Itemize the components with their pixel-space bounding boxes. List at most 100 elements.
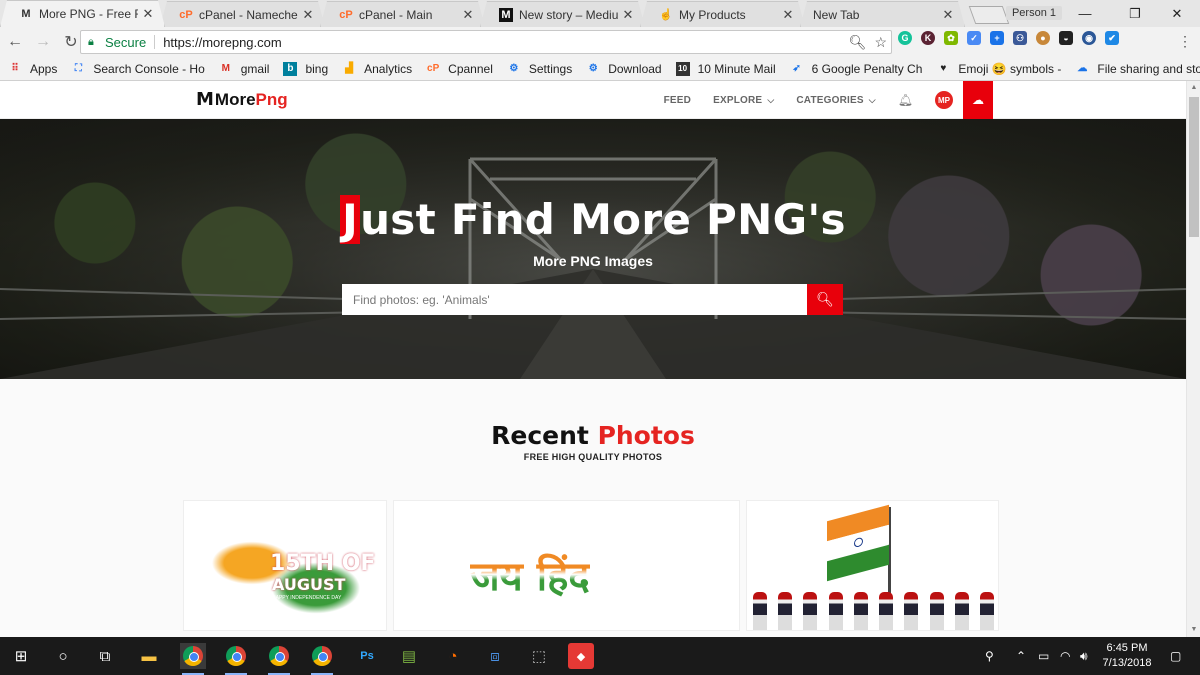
people-icon[interactable]: ⚲ [985, 637, 994, 675]
close-window-icon[interactable]: ✕ [1154, 0, 1200, 27]
wifi-icon[interactable]: ◠ [1060, 637, 1070, 675]
bridge-illustration [0, 157, 1186, 379]
bookmark-apps[interactable]: ⠿ Apps [8, 62, 57, 76]
tab-cpanel-main[interactable]: cP cPanel - Main ✕ [320, 1, 485, 27]
network-app-icon[interactable]: ⧈ [482, 643, 508, 669]
file-explorer-icon[interactable]: ▬ [136, 643, 162, 669]
close-icon[interactable]: ✕ [622, 7, 634, 23]
gmail-icon: M [221, 63, 230, 74]
photoshop-icon[interactable]: Ps [354, 643, 380, 669]
scroll-down-icon[interactable]: ▼ [1187, 623, 1200, 637]
site-nav: FEED EXPLORE ⌵ CATEGORIES ⌵ 🔔︎ MP ☁ [664, 81, 1186, 119]
secure-label: Secure [105, 34, 147, 50]
bookmark-download[interactable]: ⚙ Download [586, 62, 662, 76]
tab-new-tab[interactable]: New Tab ✕ [800, 1, 965, 27]
menu-icon[interactable]: ⋮ [1178, 33, 1192, 50]
photo-card-independence-day[interactable]: 15TH OF AUGUST HAPPY INDEPENDENCE DAY [183, 500, 387, 631]
grammarly-icon[interactable]: G [898, 31, 912, 45]
bell-icon[interactable]: 🔔︎ [898, 93, 913, 107]
zoom-icon[interactable]: 🔍︎ [849, 34, 867, 51]
chevron-up-icon[interactable]: ⌃ [1016, 637, 1026, 675]
bookmark-cpannel[interactable]: cP Cpannel [426, 62, 493, 76]
avatar[interactable]: MP [935, 91, 953, 109]
shield-icon[interactable]: ◉ [1082, 31, 1096, 45]
taskbar-clock[interactable]: 6:45 PM 7/13/2018 [1098, 641, 1156, 671]
user-extension-icon[interactable]: ⚇ [1013, 31, 1027, 45]
windows-start-icon[interactable]: ⊞ [8, 643, 34, 669]
tab-my-products[interactable]: ☝ My Products ✕ [640, 1, 805, 27]
close-icon[interactable]: ✕ [142, 6, 154, 22]
keyword-extension-icon[interactable]: K [921, 31, 935, 45]
bookmark-10-minute-mail[interactable]: 10 10 Minute Mail [675, 61, 776, 76]
address-bar[interactable]: 🔒︎ Secure https://morepng.com 🔍︎ ☆ [80, 30, 892, 54]
analytics-extension-icon[interactable]: ✓ [967, 31, 981, 45]
chrome-taskbar-icon[interactable] [223, 643, 249, 675]
battery-icon[interactable]: ▭ [1038, 637, 1049, 675]
scroll-thumb[interactable] [1189, 97, 1199, 237]
tab-medium[interactable]: M New story – Medium ✕ [480, 1, 645, 27]
bookmark-star-icon[interactable]: ☆ [874, 34, 887, 51]
new-tab-button[interactable] [968, 6, 1010, 24]
close-icon[interactable]: ✕ [462, 7, 474, 23]
bookmark-label: bing [305, 61, 329, 76]
photo-card-flag-salute[interactable] [746, 500, 999, 631]
clock-time: 6:45 PM [1106, 642, 1148, 654]
check-extension-icon[interactable]: ✔ [1105, 31, 1119, 45]
cookie-icon[interactable]: ● [1036, 31, 1050, 45]
cortana-icon[interactable]: ○ [50, 643, 76, 669]
heart-icon: ♥ [940, 63, 947, 74]
section-subtitle: FREE HIGH QUALITY PHOTOS [523, 452, 663, 462]
profile-button[interactable]: Person 1 [1005, 6, 1062, 20]
bookmark-search-console[interactable]: ⛶ Search Console - Ho [71, 62, 205, 76]
bookmark-analytics[interactable]: ▟ Analytics [342, 62, 412, 76]
minimize-icon[interactable]: — [1062, 0, 1108, 27]
firefox-icon[interactable]: ◔ [440, 643, 466, 669]
bookmark-settings[interactable]: ⚙ Settings [507, 62, 572, 76]
close-icon[interactable]: ✕ [302, 7, 314, 23]
scroll-up-icon[interactable]: ▲ [1187, 81, 1200, 95]
nav-explore[interactable]: EXPLORE ⌵ [713, 95, 774, 106]
section-title-part: Recent [491, 421, 598, 450]
photo-card-jai-hind[interactable]: जय हिंद [393, 500, 740, 631]
section-title-highlight: Photos [597, 421, 695, 450]
close-icon[interactable]: ✕ [942, 7, 954, 23]
chrome-taskbar-icon[interactable] [180, 643, 206, 675]
tab-morepng[interactable]: M More PNG - Free Full H ✕ [0, 0, 165, 27]
bookmark-file-sharing[interactable]: ☁ File sharing and stor [1075, 62, 1200, 76]
hand-icon: ☝ [659, 9, 673, 21]
incognito-icon[interactable]: ◒ [1059, 31, 1073, 45]
bookmark-gmail[interactable]: Mgmail [219, 62, 270, 76]
search-button[interactable]: 🔍︎ [807, 284, 843, 315]
app-icon[interactable]: ⬚ [526, 643, 552, 669]
anydesk-icon[interactable]: ◆ [568, 643, 594, 669]
tab-cpanel-namecheap[interactable]: cP cPanel - Namecheap SS ✕ [160, 1, 325, 27]
extension-icon[interactable]: ✿ [944, 31, 958, 45]
bookmark-google-penalty[interactable]: ➶ 6 Google Penalty Ch [790, 61, 923, 76]
notifications-icon[interactable]: ▢ [1170, 637, 1181, 675]
nav-label: FEED [663, 94, 692, 106]
bookmark-emoji-symbols[interactable]: ♥ Emoji 😆 symbols - [936, 62, 1061, 76]
chrome-taskbar-icon[interactable] [266, 643, 292, 675]
site-logo[interactable]: M More Png [196, 89, 288, 110]
logo-text-more: More [214, 89, 256, 109]
back-arrow-icon[interactable]: ← [2, 29, 28, 55]
cpanel-icon: cP [427, 63, 440, 74]
bookmark-label: 6 Google Penalty Ch [811, 61, 923, 76]
nav-feed[interactable]: FEED [664, 95, 691, 106]
page-scrollbar[interactable]: ▲ ▼ [1186, 81, 1200, 637]
task-view-icon[interactable]: ⧉ [92, 643, 118, 669]
close-icon[interactable]: ✕ [782, 7, 794, 23]
chevron-down-icon: ⌵ [767, 94, 775, 105]
upload-button[interactable]: ☁ [963, 81, 993, 119]
volume-icon[interactable]: 🔊︎ [1080, 637, 1088, 675]
hero-title: Just Find More PNG's [0, 195, 1186, 244]
plus-extension-icon[interactable]: + [990, 31, 1004, 45]
forward-arrow-icon[interactable]: → [30, 29, 56, 55]
bookmark-bing[interactable]: b bing [283, 61, 329, 76]
chrome-taskbar-icon[interactable] [309, 643, 335, 675]
nav-categories[interactable]: CATEGORIES ⌵ [796, 95, 875, 106]
restore-icon[interactable]: ❐ [1112, 0, 1158, 27]
url-text[interactable]: https://morepng.com [163, 35, 282, 50]
search-input[interactable] [342, 284, 807, 315]
notepad-icon[interactable]: ▤ [396, 643, 422, 669]
